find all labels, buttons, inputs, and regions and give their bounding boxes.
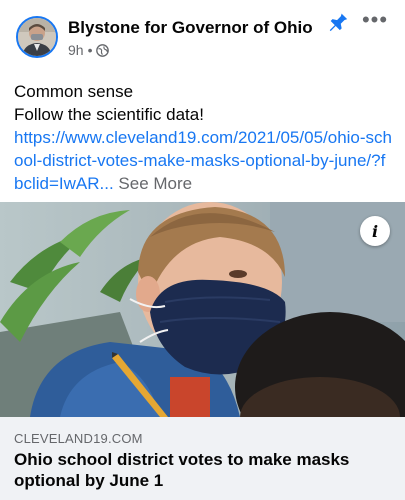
globe-icon <box>96 43 110 57</box>
post-link[interactable]: https://www.cleveland19.com/2021/05/05/o… <box>14 126 394 195</box>
post-header: Blystone for Governor of Ohio 9h • ••• <box>0 0 405 72</box>
post-text-line-1: Common sense <box>14 82 134 101</box>
info-icon: i <box>371 221 379 241</box>
post-link-wrap: https://www.cleveland19.com/2021/05/05/o… <box>14 126 394 195</box>
boy-in-mask-photo <box>0 202 405 417</box>
page-name[interactable]: Blystone for Governor of Ohio <box>68 18 313 38</box>
info-button[interactable]: i <box>360 216 390 246</box>
pin-icon[interactable] <box>327 10 349 32</box>
link-headline[interactable]: Ohio school district votes to make masks… <box>14 449 394 491</box>
link-preview-caption[interactable]: CLEVELAND19.COM Ohio school district vot… <box>0 417 405 500</box>
page-avatar[interactable] <box>16 16 58 58</box>
avatar-photo <box>18 18 56 56</box>
link-preview-image[interactable] <box>0 202 405 417</box>
meta-separator: • <box>87 42 93 58</box>
post-text: Common sense Follow the scientific data!… <box>14 80 394 195</box>
link-domain: CLEVELAND19.COM <box>14 431 143 446</box>
post-time[interactable]: 9h <box>68 42 84 58</box>
more-options-button[interactable]: ••• <box>360 8 390 32</box>
post-meta: 9h • <box>68 42 110 58</box>
post-link-text[interactable]: https://www.cleveland19.com/2021/05/05/o… <box>14 128 392 193</box>
see-more-link[interactable]: See More <box>118 174 192 193</box>
post-text-line-2: Follow the scientific data! <box>14 105 204 124</box>
